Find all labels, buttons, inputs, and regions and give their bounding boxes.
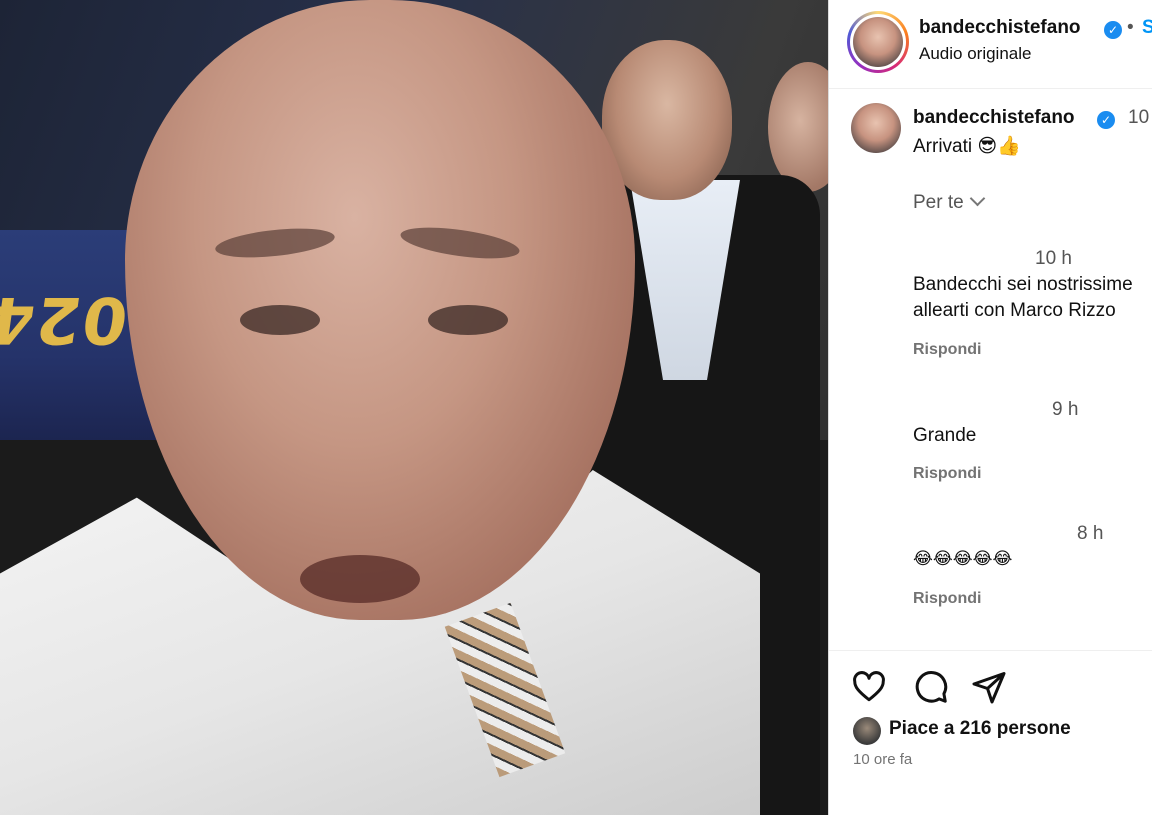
author-username[interactable]: bandecchistefano <box>919 17 1081 39</box>
audio-link[interactable]: Audio originale <box>919 44 1031 64</box>
comment-line: Grande <box>913 425 977 446</box>
profile-avatar[interactable] <box>853 17 903 67</box>
comments-sort-dropdown[interactable]: Per te <box>913 190 985 214</box>
comment-line: allearti con Marco Rizzo <box>913 300 1116 321</box>
verified-badge-icon: ✓ <box>1104 21 1122 39</box>
sort-label: Per te <box>913 192 964 213</box>
mouth <box>300 555 420 603</box>
comment-icon[interactable] <box>913 669 949 705</box>
caption-emoji: 😎👍 <box>977 135 1021 157</box>
comment-line: 😂😂😂😂😂 <box>913 549 1013 569</box>
share-icon[interactable] <box>971 669 1007 705</box>
comment-text: 😂😂😂😂😂 <box>913 546 1012 572</box>
banner-text: 024 <box>0 282 133 356</box>
likes-count[interactable]: Piace a 216 persone <box>889 718 1071 740</box>
comment-time: 9 h <box>1052 399 1079 420</box>
follow-button[interactable]: S <box>1142 17 1152 39</box>
eye-right <box>428 305 508 335</box>
post-header: bandecchistefano ✓ • S Audio originale <box>829 0 1152 89</box>
story-ring[interactable] <box>847 11 909 73</box>
reply-button[interactable]: Rispondi <box>913 590 981 608</box>
post-timestamp: 10 ore fa <box>853 751 913 768</box>
caption-time: 10 <box>1128 107 1150 128</box>
caption-username[interactable]: bandecchistefano <box>913 107 1075 129</box>
post-side-panel: bandecchistefano ✓ • S Audio originale b… <box>828 0 1152 815</box>
comment-text: Grande <box>913 423 976 449</box>
background-person-head <box>768 62 828 192</box>
eye-left <box>240 305 320 335</box>
reply-button[interactable]: Rispondi <box>913 341 981 359</box>
post-actions: Piace a 216 persone 10 ore fa <box>829 650 1152 815</box>
comment-text: Bandecchi sei nostrissime allearti con M… <box>913 272 1133 324</box>
liker-avatar[interactable] <box>853 717 881 745</box>
heart-icon[interactable] <box>851 669 887 705</box>
separator-dot: • <box>1127 17 1134 38</box>
caption-text: Arrivati 😎👍 <box>913 134 1021 158</box>
reply-button[interactable]: Rispondi <box>913 465 981 483</box>
caption-avatar[interactable] <box>851 103 901 153</box>
comment-time: 10 h <box>1035 248 1072 269</box>
video-player[interactable]: 024 <box>0 0 828 815</box>
caption-body: Arrivati <box>913 136 973 157</box>
verified-badge-icon: ✓ <box>1097 111 1115 129</box>
chevron-down-icon <box>969 190 985 207</box>
comment-time: 8 h <box>1077 523 1104 544</box>
comment-line: Bandecchi sei nostrissime <box>913 274 1133 295</box>
